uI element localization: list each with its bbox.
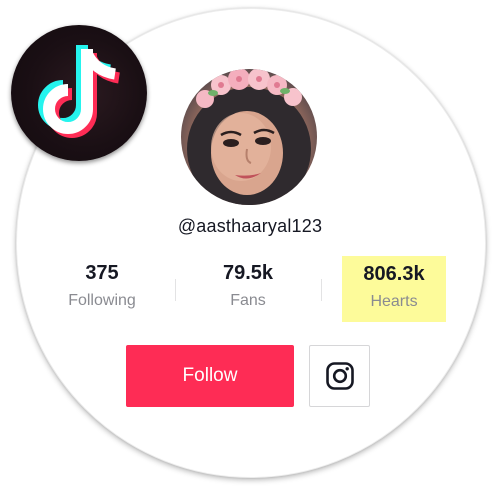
following-count: 375 xyxy=(85,262,119,284)
stat-following[interactable]: 375 Following xyxy=(50,255,154,310)
stat-fans[interactable]: 79.5k Fans xyxy=(196,255,300,310)
stat-divider xyxy=(321,279,322,301)
fans-label: Fans xyxy=(230,292,266,309)
profile-card-stage: @aasthaaryal123 375 Following 79.5k Fans… xyxy=(0,0,500,500)
stat-hearts: 806.3k Hearts xyxy=(342,256,446,322)
follow-button[interactable]: Follow xyxy=(126,345,294,407)
tiktok-logo-icon xyxy=(11,25,147,161)
fans-count: 79.5k xyxy=(222,262,274,284)
avatar[interactable] xyxy=(181,69,317,205)
hearts-label: Hearts xyxy=(370,293,418,310)
stat-divider xyxy=(175,279,176,301)
instagram-icon xyxy=(325,362,354,390)
hearts-count: 806.3k xyxy=(363,263,425,285)
following-label: Following xyxy=(68,292,136,309)
instagram-button[interactable] xyxy=(309,345,370,407)
username: @aasthaaryal123 xyxy=(177,216,323,236)
